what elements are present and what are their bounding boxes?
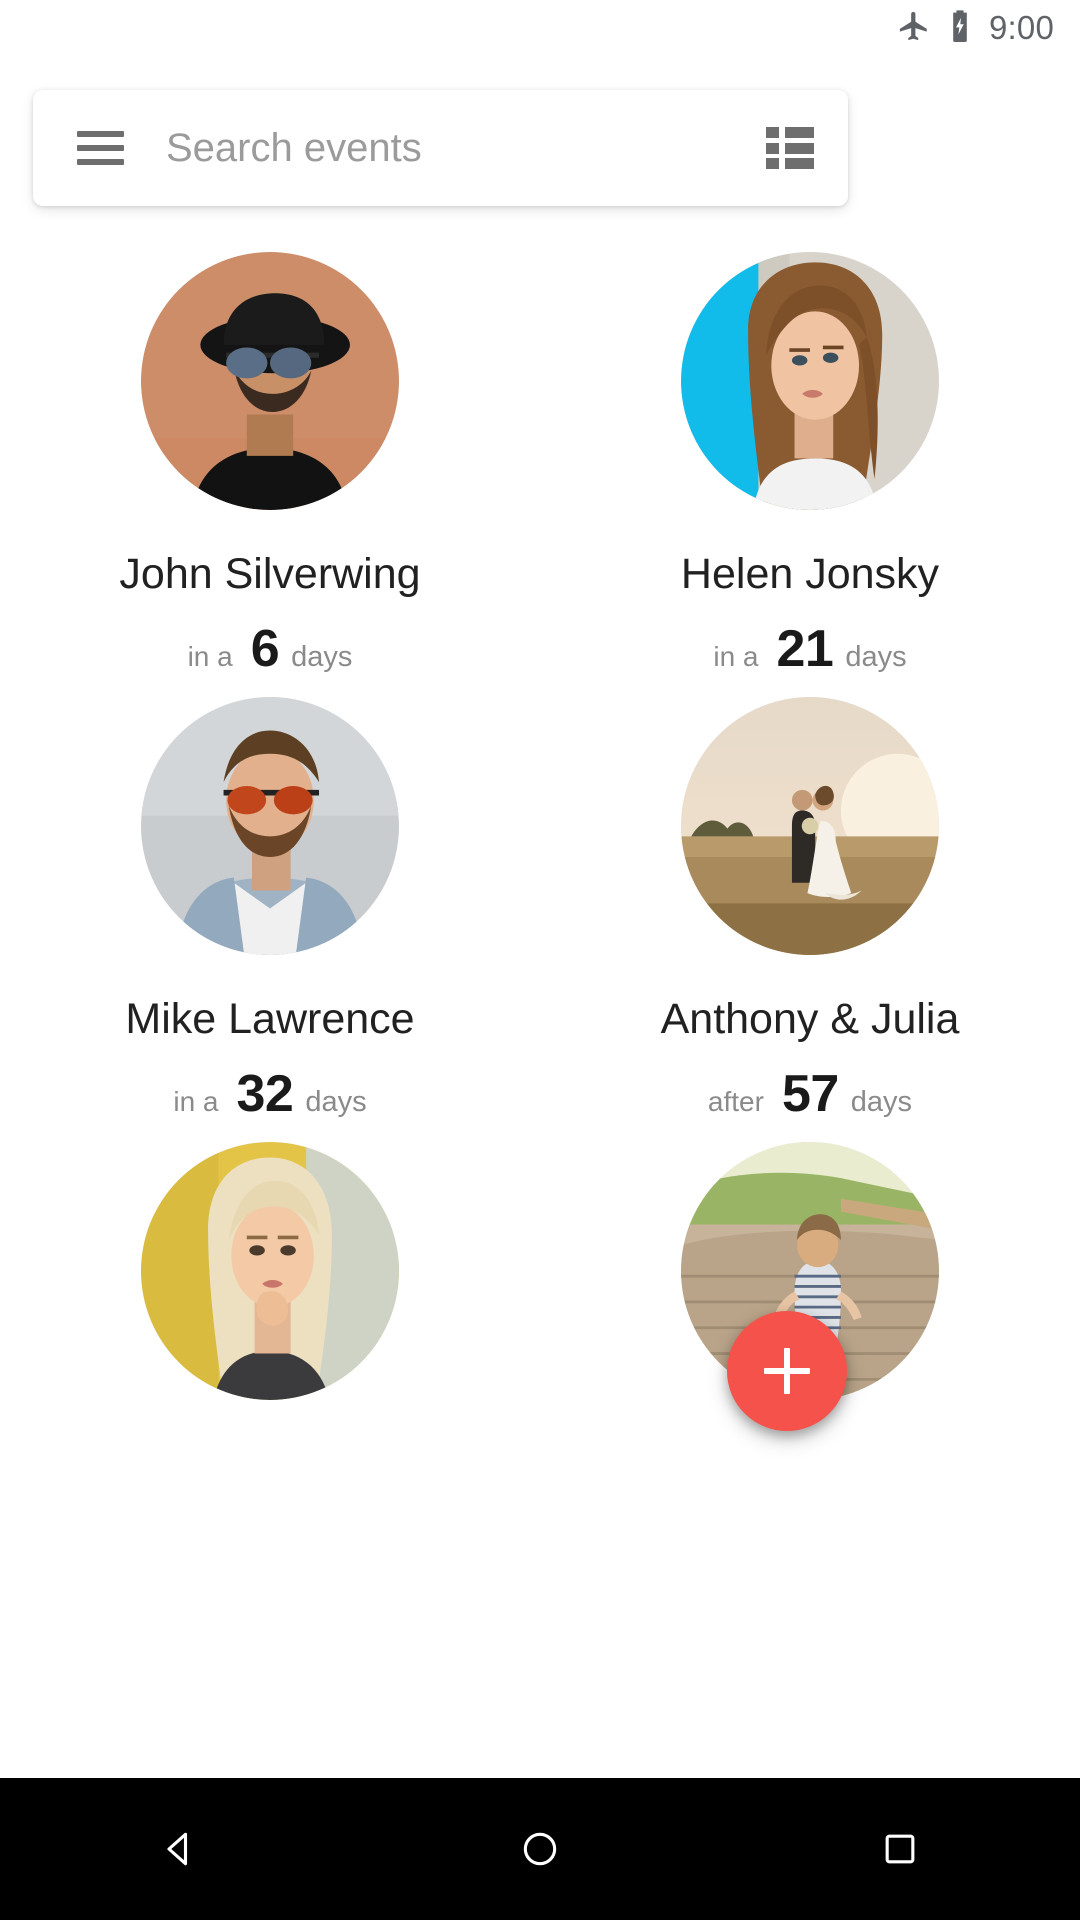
event-countdown: in a 32 days (173, 1064, 366, 1124)
event-card[interactable]: Anthony & Julia after 57 days (540, 697, 1080, 1124)
event-countdown: in a 21 days (713, 619, 906, 679)
plus-icon-vertical (784, 1348, 790, 1394)
status-bar: 9:00 (0, 0, 1080, 56)
avatar[interactable] (681, 252, 939, 510)
back-triangle-icon[interactable] (0, 1778, 360, 1920)
event-card[interactable]: Mike Lawrence in a 32 days (0, 697, 540, 1124)
event-name: Helen Jonsky (680, 550, 940, 598)
add-event-fab[interactable] (727, 1311, 847, 1431)
event-countdown: in a 6 days (188, 619, 353, 679)
countdown-number: 57 (781, 1065, 839, 1124)
avatar[interactable] (141, 252, 399, 510)
status-bar-clock: 9:00 (988, 8, 1054, 46)
view-list-icon[interactable] (766, 127, 814, 169)
event-name: Mike Lawrence (125, 995, 415, 1044)
event-card[interactable] (0, 1142, 540, 1442)
countdown-unit: days (850, 1086, 913, 1119)
countdown-number: 21 (776, 620, 834, 679)
countdown-prefix: in a (173, 1086, 219, 1118)
countdown-prefix: in a (187, 641, 233, 673)
avatar[interactable] (141, 697, 399, 956)
event-countdown: after 57 days (708, 1064, 912, 1124)
countdown-unit: days (291, 641, 353, 674)
event-name: Anthony & Julia (660, 995, 960, 1044)
search-input[interactable]: Search events (166, 126, 766, 171)
event-grid: John Silverwing in a 6 days Helen Jonsky… (0, 252, 1080, 1460)
hamburger-menu-icon[interactable] (77, 131, 124, 165)
avatar[interactable] (141, 1142, 399, 1401)
event-card[interactable]: Helen Jonsky in a 21 days (540, 252, 1080, 679)
event-card[interactable]: John Silverwing in a 6 days (0, 252, 540, 679)
countdown-unit: days (305, 1086, 367, 1119)
avatar[interactable] (681, 697, 939, 956)
battery-charging-icon (945, 9, 975, 48)
airplane-mode-icon (897, 9, 931, 48)
recents-square-icon[interactable] (720, 1778, 1080, 1920)
countdown-prefix: after (707, 1086, 764, 1118)
home-circle-icon[interactable] (360, 1778, 720, 1920)
search-bar[interactable]: Search events (33, 90, 848, 206)
event-name: John Silverwing (119, 550, 421, 598)
countdown-number: 6 (250, 620, 280, 679)
countdown-prefix: in a (713, 641, 759, 673)
countdown-number: 32 (236, 1065, 294, 1124)
countdown-unit: days (845, 641, 907, 674)
android-navigation-bar (0, 1778, 1080, 1920)
